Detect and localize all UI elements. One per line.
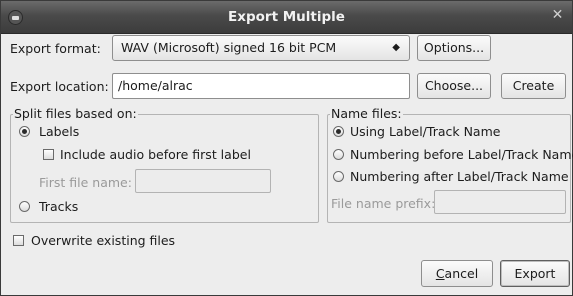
file-name-prefix-label: File name prefix: <box>331 196 436 211</box>
name-files-title: Name files: <box>330 106 403 121</box>
file-name-prefix-input[interactable] <box>434 190 566 214</box>
title-bar: Export Multiple ✕ <box>1 1 572 34</box>
numbering-before-radio[interactable] <box>333 149 344 160</box>
choose-button[interactable]: Choose... <box>417 73 491 99</box>
export-button[interactable]: Export <box>500 260 570 287</box>
export-format-select[interactable]: WAV (Microsoft) signed 16 bit PCM ◆ <box>112 35 410 61</box>
first-file-name-input[interactable] <box>135 169 271 193</box>
labels-radio[interactable] <box>19 126 30 137</box>
window-title: Export Multiple <box>228 9 345 25</box>
cancel-label-rest: ancel <box>444 266 479 281</box>
combo-arrows-icon: ◆ <box>392 42 400 53</box>
tracks-radio-label[interactable]: Tracks <box>39 199 78 214</box>
create-button[interactable]: Create <box>501 73 566 99</box>
numbering-before-radio-label[interactable]: Numbering before Label/Track Name <box>350 147 573 162</box>
include-audio-label[interactable]: Include audio before first label <box>60 147 251 162</box>
numbering-after-radio-label[interactable]: Numbering after Label/Track Name <box>350 169 569 184</box>
numbering-after-radio[interactable] <box>333 171 344 182</box>
options-button[interactable]: Options... <box>417 35 491 61</box>
labels-radio-label[interactable]: Labels <box>39 124 79 139</box>
overwrite-checkbox[interactable] <box>13 235 24 246</box>
include-audio-checkbox[interactable] <box>43 149 54 160</box>
export-location-label: Export location: <box>10 79 109 94</box>
export-location-input[interactable]: /home/alrac <box>112 73 410 99</box>
cancel-button[interactable]: Cancel <box>421 260 493 287</box>
first-file-name-label: First file name: <box>39 175 132 190</box>
using-label-radio-label[interactable]: Using Label/Track Name <box>350 124 500 139</box>
tracks-radio[interactable] <box>19 201 30 212</box>
cancel-mnemonic: C <box>435 266 445 281</box>
using-label-radio[interactable] <box>333 126 344 137</box>
export-format-label: Export format: <box>10 41 101 56</box>
close-icon[interactable]: ✕ <box>549 6 566 24</box>
split-files-title: Split files based on: <box>13 106 138 121</box>
overwrite-label[interactable]: Overwrite existing files <box>31 233 175 248</box>
export-multiple-dialog: Export Multiple ✕ Export format: WAV (Mi… <box>0 0 573 296</box>
export-format-value: WAV (Microsoft) signed 16 bit PCM <box>121 40 337 55</box>
